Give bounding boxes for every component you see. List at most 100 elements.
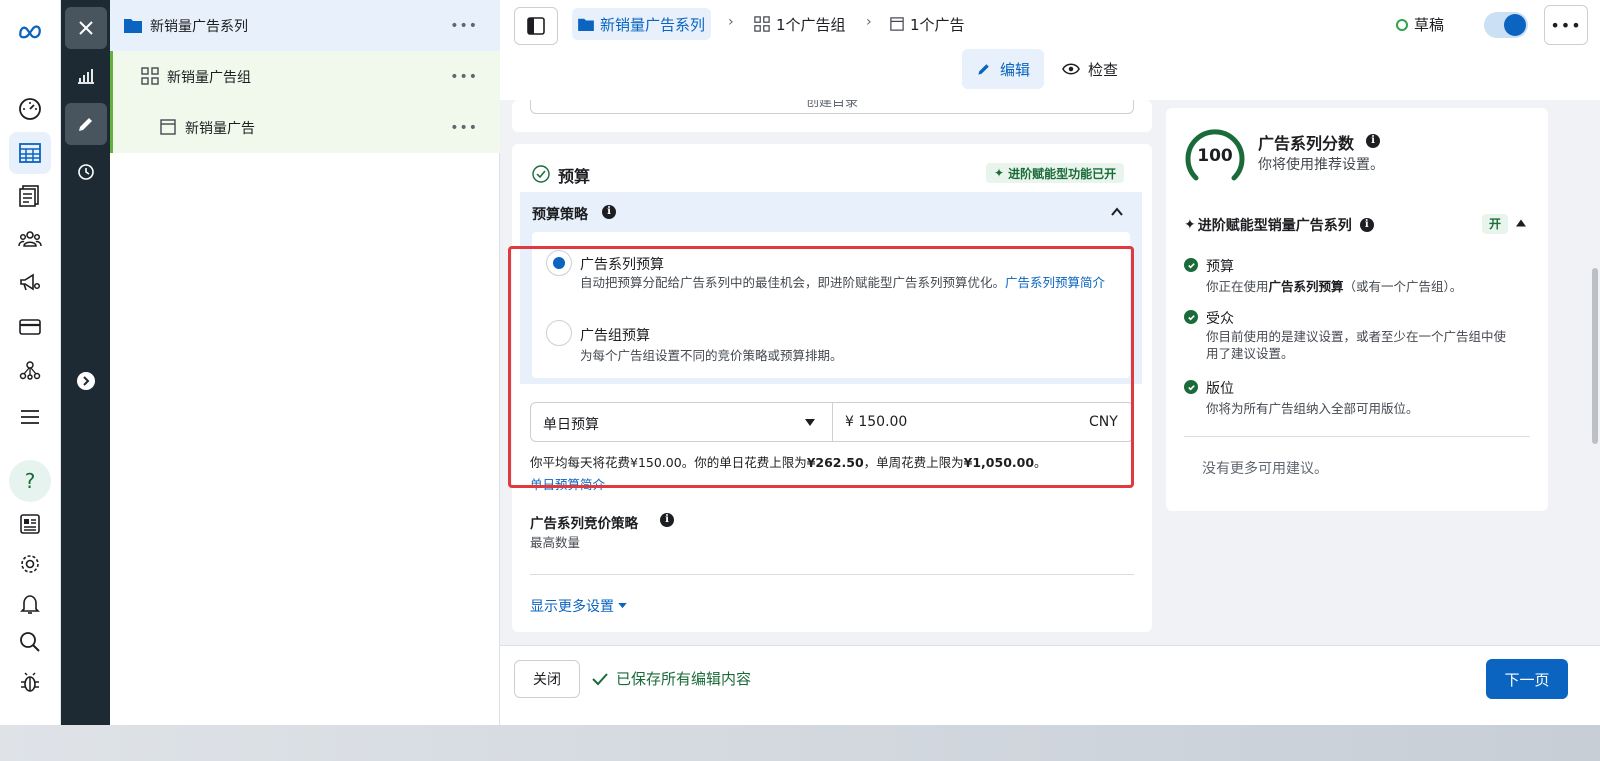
window-backdrop	[0, 725, 1600, 761]
create-catalog-button[interactable]: 创建目录	[530, 100, 1134, 114]
help-icon[interactable]: ?	[9, 460, 51, 502]
tree-ad-label: 新销量广告	[185, 121, 255, 137]
caret-down-icon	[618, 603, 627, 609]
next-page-button[interactable]: 下一页	[1486, 659, 1568, 699]
expand-panel-icon[interactable]	[65, 360, 107, 402]
budget-strategy-header[interactable]: 预算策略 i	[520, 192, 1142, 232]
info-icon[interactable]: i	[602, 205, 616, 219]
caret-up-icon[interactable]	[1516, 219, 1526, 227]
advantage-campaign-title: 进阶赋能型销量广告系列	[1197, 218, 1352, 234]
no-more-suggestions: 没有更多可用建议。	[1202, 461, 1328, 477]
score-item-title: 版位	[1206, 381, 1234, 397]
settings-gear-icon[interactable]	[9, 543, 51, 585]
editor-topbar: 新销量广告系列 › 1个广告组 › 1个广告 草稿 ••• 编辑 检查	[500, 0, 1600, 100]
status-dot-icon	[1396, 18, 1408, 31]
score-item-title: 预算	[1206, 259, 1234, 275]
catalog-card: 创建目录	[512, 100, 1152, 132]
breadcrumb-ads[interactable]: 1个广告	[890, 8, 965, 40]
ad-more-options-button[interactable]: •••	[450, 120, 478, 136]
global-nav-rail: ?	[0, 0, 61, 725]
breadcrumb-ads-label: 1个广告	[910, 15, 965, 34]
breadcrumb-campaign-label: 新销量广告系列	[600, 15, 706, 34]
green-check-icon	[1184, 380, 1198, 394]
campaign-more-options-button[interactable]: •••	[450, 18, 478, 34]
edit-pencil-icon	[978, 64, 989, 75]
grid-adset-icon	[141, 67, 159, 85]
save-status-label: 已保存所有编辑内容	[616, 670, 752, 688]
breadcrumb-adsets[interactable]: 1个广告组	[754, 8, 846, 40]
tab-review[interactable]: 检查	[1048, 49, 1132, 89]
bid-strategy-title: 广告系列竞价策略	[530, 516, 638, 532]
green-check-icon	[1184, 310, 1198, 324]
tab-edit-label: 编辑	[1000, 60, 1031, 79]
audiences-people-icon[interactable]	[9, 218, 51, 260]
dashboard-gauge-icon[interactable]	[9, 88, 51, 130]
folder-icon	[578, 18, 594, 31]
news-icon[interactable]	[9, 503, 51, 545]
tree-item-adset[interactable]: 新销量广告组 •••	[110, 51, 500, 102]
score-item-desc: 你目前使用的是建议设置，或者至少在一个广告组中使 用了建议设置。	[1206, 329, 1507, 361]
campaign-tree-panel: 新销量广告系列 ••• 新销量广告组 ••• 新销量广告 •••	[110, 0, 500, 725]
info-icon[interactable]: i	[660, 513, 674, 527]
report-bug-icon[interactable]	[9, 661, 51, 703]
notifications-bell-icon[interactable]	[9, 583, 51, 625]
status-draft: 草稿	[1396, 14, 1444, 35]
content-scrollbar[interactable]	[1590, 100, 1600, 645]
score-item-title: 受众	[1206, 311, 1234, 327]
editor-footer: 关闭 已保存所有编辑内容 下一页	[500, 645, 1600, 725]
history-clock-icon[interactable]	[65, 151, 107, 193]
toggle-sidebar-button[interactable]	[514, 7, 558, 45]
adset-more-options-button[interactable]: •••	[450, 69, 478, 85]
advantage-on-badge: 开	[1482, 214, 1508, 234]
campaign-score-card: 100 广告系列分数 i 你将使用推荐设置。 ✦ 进阶赋能型销量广告系列 i 开…	[1166, 108, 1548, 511]
megaphone-settings-icon[interactable]	[9, 262, 51, 304]
close-editor-icon[interactable]	[65, 7, 107, 49]
pages-icon[interactable]	[9, 175, 51, 217]
tree-campaign-label: 新销量广告系列	[150, 19, 248, 35]
score-title: 广告系列分数	[1258, 134, 1355, 153]
budget-section-title: 预算	[558, 167, 591, 186]
advantage-badge-label: 进阶赋能型功能已开	[1008, 166, 1117, 181]
divider	[530, 574, 1134, 575]
ads-manager-table-icon[interactable]	[9, 132, 51, 174]
chevron-up-icon[interactable]	[1110, 205, 1124, 219]
edit-pencil-icon[interactable]	[65, 103, 107, 145]
billing-card-icon[interactable]	[9, 306, 51, 348]
folder-icon	[124, 19, 142, 33]
tree-item-campaign[interactable]: 新销量广告系列 •••	[110, 0, 500, 51]
advantage-plus-badge: ✦ 进阶赋能型功能已开	[986, 163, 1125, 183]
sparkle-icon: ✦	[1184, 217, 1196, 233]
more-actions-button[interactable]: •••	[1544, 5, 1588, 45]
tree-item-ad[interactable]: 新销量广告 •••	[110, 102, 500, 153]
green-check-icon	[1184, 258, 1198, 272]
divider	[1184, 436, 1530, 437]
performance-chart-icon[interactable]	[65, 55, 107, 97]
ad-window-icon	[890, 17, 904, 31]
events-network-icon[interactable]	[9, 349, 51, 391]
close-button[interactable]: 关闭	[514, 660, 580, 698]
advantage-campaign-header[interactable]: ✦ 进阶赋能型销量广告系列 i	[1184, 215, 1374, 235]
editor-tool-rail	[61, 0, 110, 725]
show-more-label: 显示更多设置	[530, 599, 614, 615]
all-tools-menu-icon[interactable]	[9, 396, 51, 438]
campaign-on-off-toggle[interactable]	[1484, 12, 1528, 38]
meta-logo-icon[interactable]	[9, 10, 51, 52]
score-subtitle: 你将使用推荐设置。	[1258, 157, 1384, 173]
scrollbar-thumb[interactable]	[1592, 268, 1598, 444]
score-value: 100	[1197, 146, 1233, 166]
search-icon[interactable]	[9, 621, 51, 663]
score-item-desc: 你将为所有广告组纳入全部可用版位。	[1206, 401, 1419, 416]
grid-adset-icon	[754, 16, 770, 32]
score-item-desc: 你正在使用广告系列预算（或有一个广告组）。	[1206, 279, 1463, 294]
tab-edit[interactable]: 编辑	[962, 49, 1045, 89]
breadcrumb-campaign[interactable]: 新销量广告系列	[572, 8, 712, 40]
show-more-settings-link[interactable]: 显示更多设置	[530, 596, 627, 616]
ad-window-icon	[160, 119, 176, 135]
budget-strategy-title: 预算策略	[532, 207, 588, 223]
sparkle-icon: ✦	[994, 166, 1005, 180]
highlight-box	[508, 246, 1134, 488]
info-icon[interactable]: i	[1366, 134, 1380, 148]
tab-review-label: 检查	[1088, 60, 1119, 79]
bid-strategy-value: 最高数量	[530, 535, 581, 550]
info-icon[interactable]: i	[1359, 218, 1374, 232]
